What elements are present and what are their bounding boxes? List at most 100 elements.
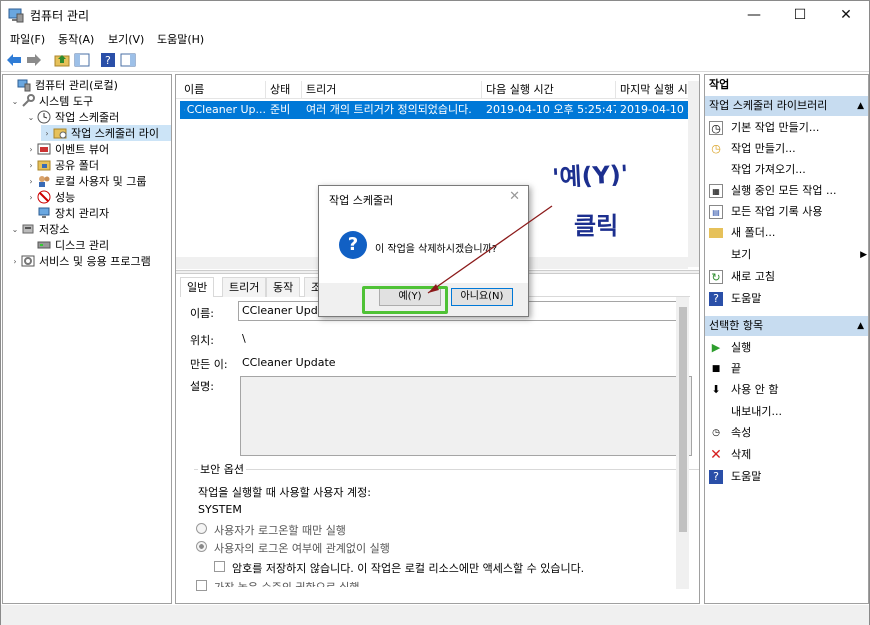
task-row[interactable]: CCleaner Up... 준비 여러 개의 트리거가 정의되었습니다. 20… — [180, 101, 694, 119]
checkbox-highest-privileges-label: 가장 높은 수준의 권한으로 실행 — [214, 579, 360, 587]
show-hide-tree-icon[interactable] — [73, 51, 91, 69]
history-icon: ▤ — [709, 205, 723, 219]
checkbox-do-not-store-password-label: 암호를 저장하지 않습니다. 이 작업은 로컬 리소스에만 액세스할 수 있습니… — [232, 562, 585, 575]
radio-whether-logged-on-label: 사용자의 로그온 여부에 관계없이 실행 — [214, 542, 390, 555]
action-delete[interactable]: ✕ 삭제 — [709, 445, 751, 465]
tab-general[interactable]: 일반 — [180, 277, 215, 298]
tab-triggers[interactable]: 트리거 — [222, 277, 267, 297]
menu-help[interactable]: 도움말(H) — [157, 31, 204, 47]
task-name-cell: CCleaner Up... — [184, 103, 266, 116]
tree-item-system-tools[interactable]: ⌄ 시스템 도구 — [9, 93, 93, 109]
menu-file[interactable]: 파일(F) — [10, 31, 45, 47]
properties-icon: ◷ — [712, 428, 720, 438]
menu-action[interactable]: 동작(A) — [58, 31, 94, 47]
security-options-title: 보안 옵션 — [198, 461, 246, 477]
title-bar: 컴퓨터 관리 — ☐ ✕ — [1, 1, 869, 29]
radio-logon-only[interactable] — [196, 523, 207, 534]
status-bar — [1, 605, 869, 625]
disable-icon: ⬇ — [711, 383, 721, 396]
action-run[interactable]: ▶ 실행 — [709, 338, 751, 358]
action-help-selected[interactable]: ? 도움말 — [709, 467, 761, 487]
forward-arrow-icon[interactable] — [25, 51, 43, 69]
list-vertical-scrollbar[interactable] — [688, 81, 699, 267]
action-disable[interactable]: ⬇ 사용 안 함 — [709, 380, 778, 400]
action-export[interactable]: 내보내기... — [709, 402, 782, 422]
column-status[interactable]: 상태 — [266, 81, 302, 99]
action-display-running-tasks[interactable]: ▦ 실행 중인 모든 작업 ... — [709, 181, 836, 201]
account-value: SYSTEM — [198, 503, 242, 516]
system-tools-icon — [22, 94, 35, 107]
tab-actions[interactable]: 동작 — [266, 277, 301, 297]
tree-item-performance[interactable]: › 성능 — [25, 189, 75, 205]
action-create-task[interactable]: ◷ 작업 만들기... — [709, 139, 795, 159]
tree-item-task-scheduler[interactable]: ⌄ 작업 스케줄러 — [25, 109, 119, 125]
checkbox-highest-privileges[interactable] — [196, 580, 207, 591]
annotation-click-label: 클릭 — [574, 212, 619, 240]
performance-icon — [37, 190, 51, 204]
computer-management-icon — [17, 79, 31, 92]
device-manager-icon — [38, 207, 50, 218]
task-list-header: 이름 상태 트리거 다음 실행 시간 마지막 실행 시 — [176, 81, 699, 99]
collapse-up-icon[interactable]: ▲ — [857, 316, 864, 336]
actions-header: 작업 — [709, 78, 730, 91]
annotation-yes-label: '예(Y)' — [551, 160, 629, 192]
storage-icon — [22, 224, 34, 234]
task-clock-icon — [184, 109, 185, 111]
task-status-cell: 준비 — [270, 103, 291, 116]
run-icon: ▶ — [711, 341, 721, 354]
action-refresh[interactable]: ↻ 새로 고침 — [709, 267, 775, 287]
no-button[interactable]: 아니요(N) — [451, 288, 513, 306]
up-folder-icon[interactable] — [53, 51, 71, 69]
folder-icon — [53, 128, 67, 139]
help-toolbar-icon[interactable]: ? — [99, 51, 117, 69]
task-next-run-cell: 2019-04-10 오후 5:25:47 — [486, 103, 616, 116]
dialog-close-icon[interactable]: ✕ — [509, 189, 520, 204]
action-pane-icon[interactable] — [119, 51, 137, 69]
action-end[interactable]: ■ 끝 — [709, 359, 741, 379]
tree-item-event-viewer[interactable]: › 이벤트 뷰어 — [25, 141, 109, 157]
maximize-button[interactable]: ☐ — [777, 1, 823, 29]
action-help-library[interactable]: ? 도움말 — [709, 289, 761, 309]
tree-item-services-applications[interactable]: › 서비스 및 응용 프로그램 — [9, 253, 150, 269]
section-selected-item[interactable]: 선택한 항목 ▲ — [705, 316, 868, 336]
back-arrow-icon[interactable] — [5, 51, 23, 69]
basic-task-icon: ◷ — [709, 121, 723, 135]
column-trigger[interactable]: 트리거 — [302, 81, 482, 99]
action-new-folder[interactable]: 새 폴더... — [709, 223, 775, 243]
menu-view[interactable]: 보기(V) — [108, 31, 144, 47]
toolbar: ? — [1, 48, 869, 72]
actions-pane: 작업 작업 스케줄러 라이브러리 ▲ ◷ 기본 작업 만들기... ◷ 작업 만들기… — [704, 74, 869, 604]
tree-item-computer-management[interactable]: 컴퓨터 관리(로컬) — [5, 77, 118, 93]
tree-item-task-scheduler-library[interactable]: › 작업 스케줄러 라이 — [41, 125, 171, 141]
action-properties[interactable]: ◷ 속성 — [709, 423, 751, 443]
shared-folder-icon — [37, 160, 51, 171]
task-trigger-cell: 여러 개의 트리거가 정의되었습니다. — [306, 103, 472, 116]
action-view[interactable]: 보기 ▶ — [709, 245, 867, 265]
collapse-up-icon[interactable]: ▲ — [857, 96, 864, 116]
refresh-icon: ↻ — [709, 270, 723, 284]
column-next-run[interactable]: 다음 실행 시간 — [482, 81, 616, 99]
action-create-basic-task[interactable]: ◷ 기본 작업 만들기... — [709, 118, 819, 138]
column-name[interactable]: 이름 — [180, 81, 266, 99]
action-enable-history[interactable]: ▤ 모든 작업 기록 사용 — [709, 202, 822, 222]
section-task-scheduler-library[interactable]: 작업 스케줄러 라이브러리 ▲ — [705, 96, 868, 116]
description-box[interactable] — [240, 376, 692, 456]
folder-icon — [709, 228, 723, 238]
tree-item-storage[interactable]: ⌄ 저장소 — [9, 221, 70, 237]
tree-item-device-manager[interactable]: 장치 관리자 — [25, 205, 109, 221]
clock-icon — [37, 110, 51, 124]
radio-whether-logged-on[interactable] — [196, 541, 207, 552]
checkbox-do-not-store-password[interactable] — [214, 561, 225, 572]
location-label: 위치: — [190, 334, 214, 347]
tree-item-local-users-groups[interactable]: › 로컬 사용자 및 그룹 — [25, 173, 146, 189]
navigation-tree: 컴퓨터 관리(로컬) ⌄ 시스템 도구 ⌄ 작업 스케줄러 › 작업 스케줄러 … — [2, 74, 172, 604]
column-last-run[interactable]: 마지막 실행 시 — [616, 81, 694, 99]
minimize-button[interactable]: — — [731, 1, 777, 29]
close-button[interactable]: ✕ — [823, 1, 869, 29]
tree-item-shared-folders[interactable]: › 공유 폴더 — [25, 157, 99, 173]
action-import-task[interactable]: 작업 가져오기... — [709, 160, 806, 180]
window-title: 컴퓨터 관리 — [30, 9, 90, 23]
tree-item-disk-management[interactable]: 디스크 관리 — [25, 237, 109, 253]
dialog-message: 이 작업을 삭제하시겠습니까? — [375, 244, 498, 255]
properties-scroll-thumb[interactable] — [679, 307, 687, 532]
